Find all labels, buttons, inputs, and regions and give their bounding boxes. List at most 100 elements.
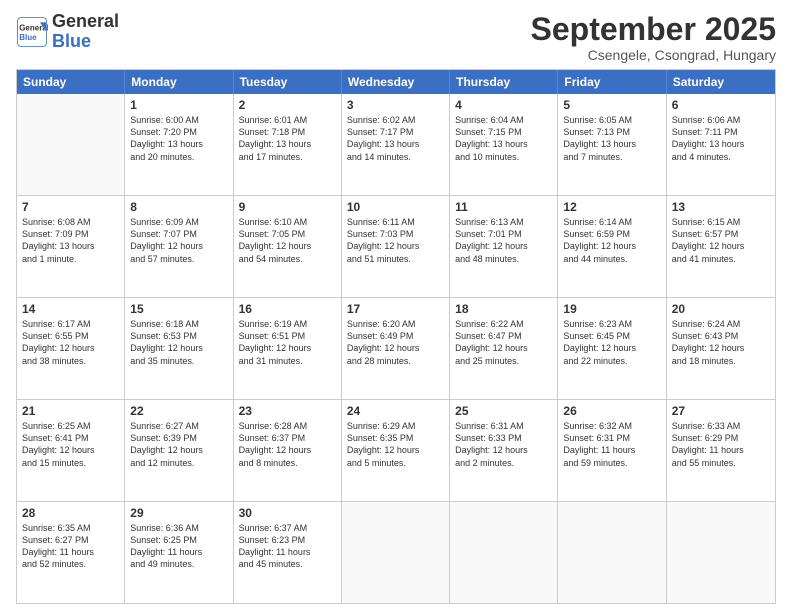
calendar-cell xyxy=(342,502,450,603)
day-number: 30 xyxy=(239,506,336,520)
day-number: 25 xyxy=(455,404,552,418)
calendar-cell: 3 Sunrise: 6:02 AM Sunset: 7:17 PM Daylig… xyxy=(342,94,450,195)
logo-line2: Blue xyxy=(52,32,119,52)
day-info: Sunrise: 6:05 AM Sunset: 7:13 PM Dayligh… xyxy=(563,114,660,163)
day-info: Sunrise: 6:11 AM Sunset: 7:03 PM Dayligh… xyxy=(347,216,444,265)
calendar-week: 1Sunrise: 6:00 AM Sunset: 7:20 PM Daylig… xyxy=(17,94,775,196)
calendar-cell xyxy=(558,502,666,603)
calendar-cell: 7Sunrise: 6:08 AM Sunset: 7:09 PM Daylig… xyxy=(17,196,125,297)
calendar-cell: 13 Sunrise: 6:15 AM Sunset: 6:57 PM Dayli… xyxy=(667,196,775,297)
calendar-cell: 1Sunrise: 6:00 AM Sunset: 7:20 PM Daylig… xyxy=(125,94,233,195)
day-info: Sunrise: 6:00 AM Sunset: 7:20 PM Dayligh… xyxy=(130,114,227,163)
calendar-cell: 26Sunrise: 6:32 AM Sunset: 6:31 PM Dayli… xyxy=(558,400,666,501)
calendar-day-header: Friday xyxy=(558,70,666,94)
day-number: 22 xyxy=(130,404,227,418)
logo-icon: General Blue xyxy=(16,16,48,48)
day-number: 2 xyxy=(239,98,336,112)
day-number: 17 xyxy=(347,302,444,316)
day-number: 19 xyxy=(563,302,660,316)
calendar-cell: 27 Sunrise: 6:33 AM Sunset: 6:29 PM Dayli… xyxy=(667,400,775,501)
calendar-cell xyxy=(667,502,775,603)
day-info: Sunrise: 6:33 AM Sunset: 6:29 PM Dayligh… xyxy=(672,420,770,469)
day-info: Sunrise: 6:01 AM Sunset: 7:18 PM Dayligh… xyxy=(239,114,336,163)
calendar-cell: 20Sunrise: 6:24 AM Sunset: 6:43 PM Dayli… xyxy=(667,298,775,399)
header: General Blue General Blue September 2025… xyxy=(16,12,776,63)
calendar-cell: 16Sunrise: 6:19 AM Sunset: 6:51 PM Dayli… xyxy=(234,298,342,399)
day-info: Sunrise: 6:10 AM Sunset: 7:05 PM Dayligh… xyxy=(239,216,336,265)
calendar-day-header: Thursday xyxy=(450,70,558,94)
calendar-cell: 11 Sunrise: 6:13 AM Sunset: 7:01 PM Dayli… xyxy=(450,196,558,297)
calendar-cell: 19 Sunrise: 6:23 AM Sunset: 6:45 PM Dayli… xyxy=(558,298,666,399)
day-number: 8 xyxy=(130,200,227,214)
day-info: Sunrise: 6:31 AM Sunset: 6:33 PM Dayligh… xyxy=(455,420,552,469)
page: General Blue General Blue September 2025… xyxy=(0,0,792,612)
calendar: SundayMondayTuesdayWednesdayThursdayFrid… xyxy=(16,69,776,604)
day-number: 28 xyxy=(22,506,119,520)
calendar-cell: 4 Sunrise: 6:04 AM Sunset: 7:15 PM Daylig… xyxy=(450,94,558,195)
day-number: 4 xyxy=(455,98,552,112)
day-info: Sunrise: 6:25 AM Sunset: 6:41 PM Dayligh… xyxy=(22,420,119,469)
calendar-cell: 28 Sunrise: 6:35 AM Sunset: 6:27 PM Dayli… xyxy=(17,502,125,603)
day-info: Sunrise: 6:29 AM Sunset: 6:35 PM Dayligh… xyxy=(347,420,444,469)
calendar-cell: 17Sunrise: 6:20 AM Sunset: 6:49 PM Dayli… xyxy=(342,298,450,399)
calendar-day-header: Tuesday xyxy=(234,70,342,94)
calendar-cell xyxy=(450,502,558,603)
calendar-cell: 14 Sunrise: 6:17 AM Sunset: 6:55 PM Dayli… xyxy=(17,298,125,399)
day-info: Sunrise: 6:14 AM Sunset: 6:59 PM Dayligh… xyxy=(563,216,660,265)
day-info: Sunrise: 6:35 AM Sunset: 6:27 PM Dayligh… xyxy=(22,522,119,571)
day-info: Sunrise: 6:18 AM Sunset: 6:53 PM Dayligh… xyxy=(130,318,227,367)
svg-text:Blue: Blue xyxy=(19,33,37,42)
calendar-cell: 2 Sunrise: 6:01 AM Sunset: 7:18 PM Daylig… xyxy=(234,94,342,195)
day-number: 13 xyxy=(672,200,770,214)
calendar-cell: 10 Sunrise: 6:11 AM Sunset: 7:03 PM Dayli… xyxy=(342,196,450,297)
day-info: Sunrise: 6:09 AM Sunset: 7:07 PM Dayligh… xyxy=(130,216,227,265)
calendar-day-header: Wednesday xyxy=(342,70,450,94)
day-info: Sunrise: 6:13 AM Sunset: 7:01 PM Dayligh… xyxy=(455,216,552,265)
day-number: 7 xyxy=(22,200,119,214)
day-info: Sunrise: 6:27 AM Sunset: 6:39 PM Dayligh… xyxy=(130,420,227,469)
day-number: 5 xyxy=(563,98,660,112)
day-number: 3 xyxy=(347,98,444,112)
calendar-header: SundayMondayTuesdayWednesdayThursdayFrid… xyxy=(17,70,775,94)
day-number: 16 xyxy=(239,302,336,316)
day-number: 14 xyxy=(22,302,119,316)
day-info: Sunrise: 6:15 AM Sunset: 6:57 PM Dayligh… xyxy=(672,216,770,265)
day-number: 10 xyxy=(347,200,444,214)
day-number: 20 xyxy=(672,302,770,316)
day-number: 18 xyxy=(455,302,552,316)
logo-line1: General xyxy=(52,12,119,32)
title-area: September 2025 Csengele, Csongrad, Hunga… xyxy=(531,12,776,63)
calendar-cell: 23Sunrise: 6:28 AM Sunset: 6:37 PM Dayli… xyxy=(234,400,342,501)
day-info: Sunrise: 6:02 AM Sunset: 7:17 PM Dayligh… xyxy=(347,114,444,163)
day-number: 21 xyxy=(22,404,119,418)
calendar-cell: 12 Sunrise: 6:14 AM Sunset: 6:59 PM Dayli… xyxy=(558,196,666,297)
day-info: Sunrise: 6:28 AM Sunset: 6:37 PM Dayligh… xyxy=(239,420,336,469)
day-number: 26 xyxy=(563,404,660,418)
day-info: Sunrise: 6:17 AM Sunset: 6:55 PM Dayligh… xyxy=(22,318,119,367)
calendar-cell: 22 Sunrise: 6:27 AM Sunset: 6:39 PM Dayli… xyxy=(125,400,233,501)
day-info: Sunrise: 6:36 AM Sunset: 6:25 PM Dayligh… xyxy=(130,522,227,571)
main-title: September 2025 xyxy=(531,12,776,47)
subtitle: Csengele, Csongrad, Hungary xyxy=(531,47,776,63)
day-number: 12 xyxy=(563,200,660,214)
day-info: Sunrise: 6:22 AM Sunset: 6:47 PM Dayligh… xyxy=(455,318,552,367)
day-info: Sunrise: 6:37 AM Sunset: 6:23 PM Dayligh… xyxy=(239,522,336,571)
calendar-week: 21 Sunrise: 6:25 AM Sunset: 6:41 PM Dayli… xyxy=(17,400,775,502)
logo-text: General Blue xyxy=(52,12,119,52)
calendar-body: 1Sunrise: 6:00 AM Sunset: 7:20 PM Daylig… xyxy=(17,94,775,603)
calendar-week: 7Sunrise: 6:08 AM Sunset: 7:09 PM Daylig… xyxy=(17,196,775,298)
day-number: 9 xyxy=(239,200,336,214)
calendar-cell xyxy=(17,94,125,195)
calendar-week: 28 Sunrise: 6:35 AM Sunset: 6:27 PM Dayli… xyxy=(17,502,775,603)
day-number: 15 xyxy=(130,302,227,316)
day-info: Sunrise: 6:06 AM Sunset: 7:11 PM Dayligh… xyxy=(672,114,770,163)
calendar-cell: 18 Sunrise: 6:22 AM Sunset: 6:47 PM Dayli… xyxy=(450,298,558,399)
logo: General Blue General Blue xyxy=(16,12,119,52)
day-number: 27 xyxy=(672,404,770,418)
calendar-cell: 9 Sunrise: 6:10 AM Sunset: 7:05 PM Daylig… xyxy=(234,196,342,297)
day-info: Sunrise: 6:23 AM Sunset: 6:45 PM Dayligh… xyxy=(563,318,660,367)
day-info: Sunrise: 6:04 AM Sunset: 7:15 PM Dayligh… xyxy=(455,114,552,163)
calendar-cell: 8 Sunrise: 6:09 AM Sunset: 7:07 PM Daylig… xyxy=(125,196,233,297)
calendar-day-header: Monday xyxy=(125,70,233,94)
day-number: 11 xyxy=(455,200,552,214)
